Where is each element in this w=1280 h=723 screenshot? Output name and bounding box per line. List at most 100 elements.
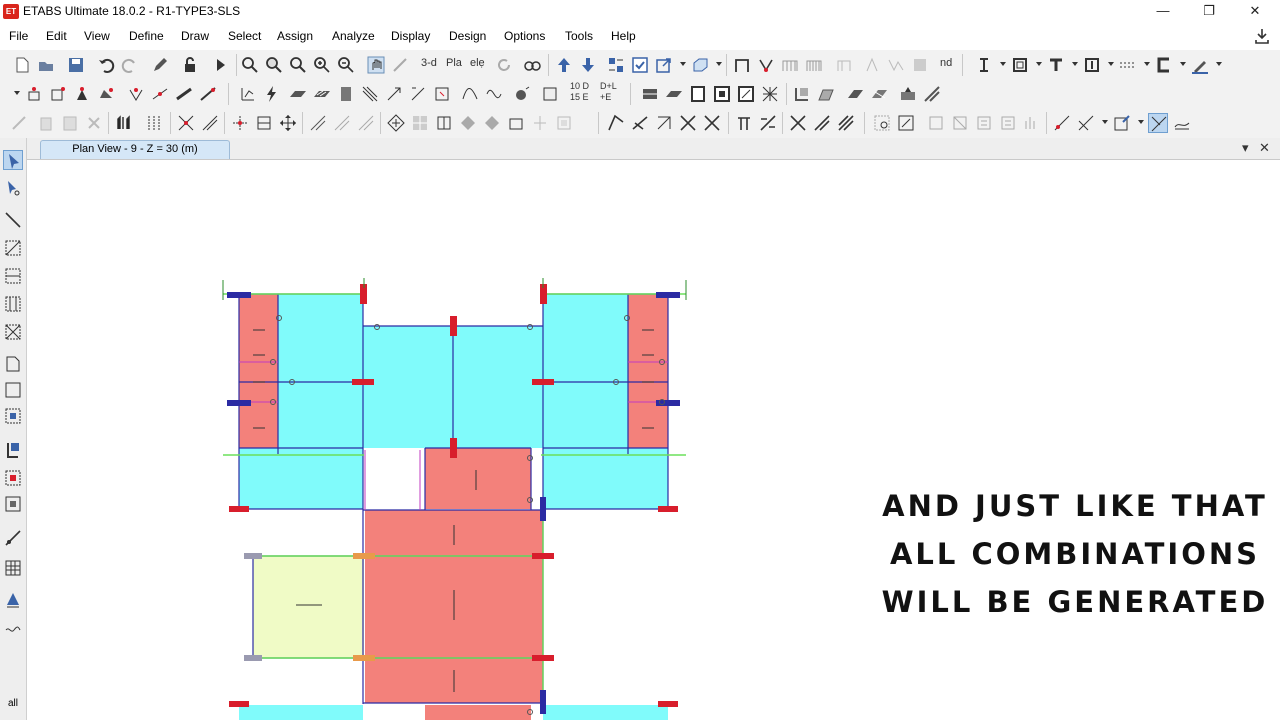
section-wide-icon[interactable] [1082,55,1102,75]
display-loads-icon[interactable] [816,84,836,104]
draw-point-spring-icon[interactable] [48,84,68,104]
combo-10d-label[interactable]: 10 D [570,81,589,91]
draw-point-object-icon[interactable] [3,494,23,514]
draw-diaphragm-icon[interactable] [96,84,116,104]
select-line-icon[interactable] [926,113,946,133]
draw-rect-area-icon[interactable] [3,354,23,374]
select-box-icon[interactable] [554,113,574,133]
labels-nd-button[interactable]: nd [940,57,952,69]
menu-file[interactable]: File [9,29,28,43]
object-shrink-icon[interactable] [654,55,674,75]
draw-frame-icon[interactable] [732,55,752,75]
select-window-icon[interactable] [3,238,23,258]
extrude-view-icon[interactable] [690,55,710,75]
draw-quick-area-icon[interactable] [3,406,23,426]
menu-design[interactable]: Design [449,29,486,43]
deformed-shape-icon[interactable] [910,55,930,75]
divide-frames-icon[interactable] [176,113,196,133]
draw-opening-icon[interactable] [3,468,23,488]
combo-15e-label[interactable]: 15 E [570,92,589,102]
show-checkbox-icon[interactable] [630,55,650,75]
display-design-icon[interactable] [922,84,942,104]
edit-shell-2-icon[interactable] [332,113,352,133]
menu-select[interactable]: Select [228,29,261,43]
menu-options[interactable]: Options [504,29,545,43]
line-pattern-icon[interactable] [1118,55,1138,75]
mesh-icon[interactable] [410,113,430,133]
draw-beam-3-icon[interactable] [654,113,674,133]
mass-source-icon[interactable] [512,84,532,104]
lock-icon[interactable] [180,55,200,75]
redo-icon[interactable] [120,55,140,75]
steel-joist-design-icon[interactable] [712,84,732,104]
measure-icon[interactable] [390,55,410,75]
draw-slab-3-icon[interactable] [836,113,856,133]
assign-joint-icon[interactable] [126,84,146,104]
draw-beam-icon[interactable] [606,113,626,133]
etabs-app-icon[interactable]: ET [3,4,19,19]
tab-plan-view[interactable]: Plan View - 9 - Z = 30 (m) [40,140,230,159]
draw-joint-icon[interactable] [24,84,44,104]
draw-restraint-icon[interactable] [72,84,92,104]
assign-frame-icon[interactable] [150,84,170,104]
download-icon[interactable] [1254,28,1270,44]
wall-load-icon[interactable] [336,84,356,104]
select-intersecting-icon[interactable] [3,294,23,314]
edit-shell-icon[interactable] [308,113,328,133]
draw-line-icon[interactable] [3,210,23,230]
section-i-icon[interactable] [974,55,994,75]
snap-endpoint-icon[interactable] [1052,113,1072,133]
load-pattern-icon[interactable] [238,84,258,104]
joint-load-icon[interactable] [384,84,404,104]
zoom-all-icon[interactable] [264,55,284,75]
combo-dl-label[interactable]: D+L [600,81,617,91]
menu-draw[interactable]: Draw [181,29,209,43]
draw-slab-icon[interactable] [788,113,808,133]
undo-icon[interactable] [96,55,116,75]
draw-slab-2-icon[interactable] [812,113,832,133]
draw-secondary-beam-icon[interactable] [758,113,778,133]
display-undeformed-icon[interactable] [792,84,812,104]
pan-icon[interactable] [366,55,386,75]
shell-load-icon[interactable] [432,84,452,104]
rotate-view-icon[interactable] [494,55,514,75]
steel-frame-design-icon[interactable] [664,84,684,104]
zoom-previous-icon[interactable] [288,55,308,75]
join-icon[interactable] [230,113,250,133]
select-property-icon[interactable] [950,113,970,133]
frame-load-icon[interactable] [408,84,428,104]
snap-perpendicular-icon[interactable] [1112,113,1132,133]
display-mode-shape-icon[interactable] [898,84,918,104]
tab-dropdown-icon[interactable]: ▾ [1242,140,1249,156]
slab-design-icon[interactable] [760,84,780,104]
reshape-object-icon[interactable] [3,178,23,198]
menu-display[interactable]: Display [391,29,430,43]
combo-e-label[interactable]: +E [600,92,611,102]
view-plan-button[interactable]: Plа [446,57,462,69]
menu-edit[interactable]: Edit [46,29,67,43]
grid-lines-icon[interactable] [360,84,380,104]
tendons-icon[interactable] [886,55,906,75]
menu-view[interactable]: View [84,29,110,43]
shear-wall-design-icon[interactable] [736,84,756,104]
draw-brace-2-icon[interactable] [702,113,722,133]
brace-icon[interactable] [756,55,776,75]
perspective-toggle-icon[interactable] [522,55,542,75]
new-model-icon[interactable] [12,55,32,75]
draw-tendon-icon[interactable] [3,528,23,548]
assign-shell-icon[interactable] [174,84,194,104]
zoom-rubberband-icon[interactable] [240,55,260,75]
delete-icon[interactable] [84,113,104,133]
menu-define[interactable]: Define [129,29,164,43]
menu-tools[interactable]: Tools [565,29,593,43]
move-down-story-icon[interactable] [578,55,598,75]
restore-button[interactable]: ❐ [1186,0,1232,24]
select-all-icon[interactable] [1022,113,1042,133]
view-3d-button[interactable]: 3-d [421,57,437,69]
select-beam-icon[interactable] [530,113,550,133]
plan-view-canvas[interactable] [27,160,1280,723]
assign-link-icon[interactable] [198,84,218,104]
slab-load-icon[interactable] [288,84,308,104]
close-button[interactable]: ✕ [1232,0,1278,24]
deck-load-icon[interactable] [312,84,332,104]
